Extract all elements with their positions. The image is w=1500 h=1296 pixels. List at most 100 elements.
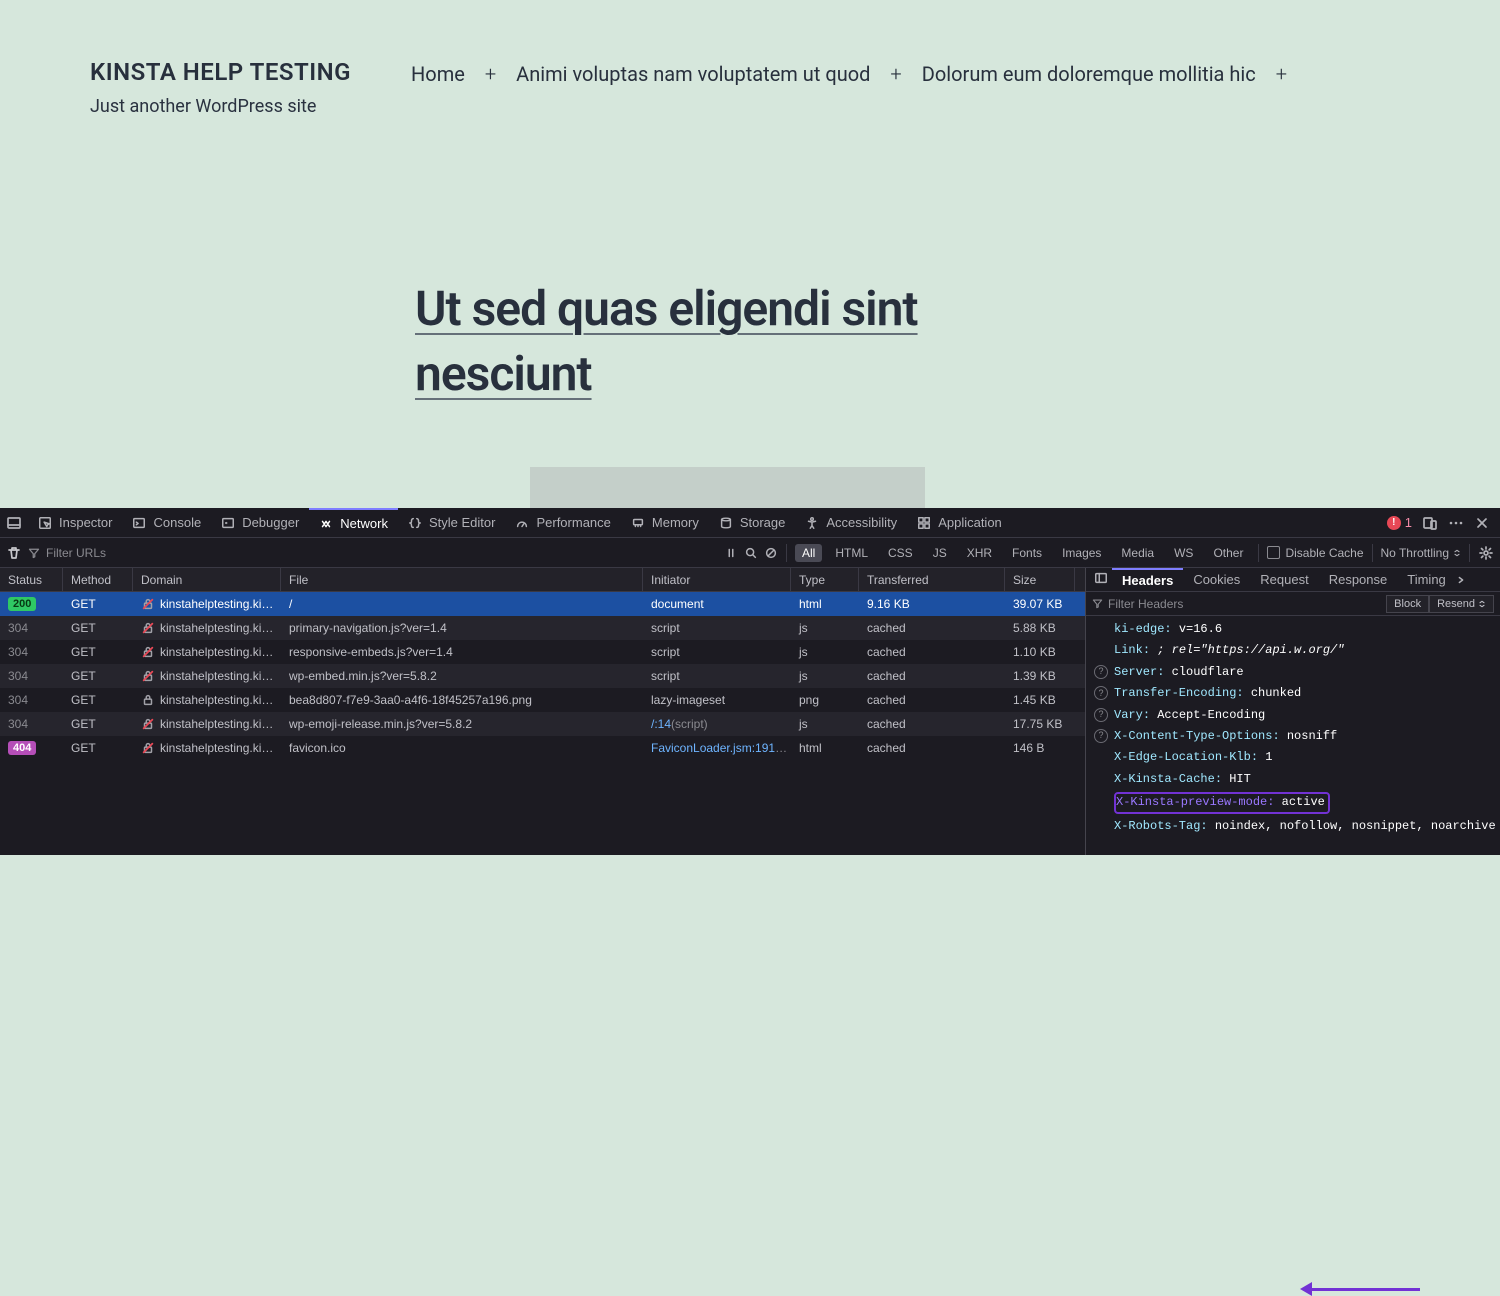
tab-response[interactable]: Response [1319, 568, 1398, 591]
checkbox-icon [1267, 546, 1280, 559]
post-title-link[interactable]: Ut sed quas eligendi sint nesciunt [415, 280, 918, 402]
tab-memory[interactable]: Memory [621, 508, 709, 537]
filter-pill-css[interactable]: CSS [881, 544, 920, 562]
insecure-icon [141, 741, 155, 755]
wordpress-page: KINSTA HELP TESTING Just another WordPre… [0, 0, 1500, 508]
filter-headers-input[interactable]: Filter Headers [1092, 597, 1183, 611]
table-row[interactable]: 304GETkinstahelptesting.ki…wp-embed.min.… [0, 664, 1085, 688]
clear-icon[interactable] [6, 545, 22, 561]
table-row[interactable]: 304GETkinstahelptesting.ki…wp-emoji-rele… [0, 712, 1085, 736]
debugger-icon [221, 516, 235, 530]
tab-performance[interactable]: Performance [505, 508, 620, 537]
col-transferred[interactable]: Transferred [859, 568, 1005, 591]
insecure-icon [141, 669, 155, 683]
console-icon [132, 516, 146, 530]
search-icon[interactable] [744, 546, 758, 560]
network-main: Status Method Domain File Initiator Type… [0, 568, 1500, 855]
table-row[interactable]: 304GETkinstahelptesting.ki…primary-navig… [0, 616, 1085, 640]
dock-icon[interactable] [6, 515, 22, 531]
col-type[interactable]: Type [791, 568, 859, 591]
site-header: KINSTA HELP TESTING Just another WordPre… [0, 0, 1500, 117]
tab-application[interactable]: Application [907, 508, 1012, 537]
help-icon[interactable]: ? [1094, 686, 1108, 700]
header-row: ?Transfer-Encoding chunked [1094, 683, 1500, 704]
insecure-icon [141, 645, 155, 659]
help-icon[interactable]: ? [1094, 729, 1108, 743]
tab-timing[interactable]: Timing [1397, 568, 1456, 591]
table-row[interactable]: 304GETkinstahelptesting.ki…bea8d807-f7e9… [0, 688, 1085, 712]
tab-inspector[interactable]: Inspector [28, 508, 122, 537]
table-row[interactable]: 404GETkinstahelptesting.ki…favicon.icoFa… [0, 736, 1085, 760]
block-button[interactable]: Block [1386, 595, 1429, 613]
close-icon[interactable] [1474, 515, 1490, 531]
settings-icon[interactable] [1478, 545, 1494, 561]
filter-urls-input[interactable]: Filter URLs [28, 546, 106, 560]
nav-item: Animi voluptas nam voluptatem ut quod + [516, 62, 902, 86]
inspector-icon [38, 516, 52, 530]
post-content: Ut sed quas eligendi sint nesciunt [0, 117, 1500, 545]
header-row: ?Server cloudflare [1094, 662, 1500, 683]
devtools-tabs: Inspector Console Debugger Network Style… [0, 508, 1500, 538]
submenu-toggle-icon[interactable]: + [1276, 62, 1287, 86]
error-count-badge[interactable]: ! 1 [1387, 515, 1412, 530]
col-domain[interactable]: Domain [133, 568, 281, 591]
filter-pill-images[interactable]: Images [1055, 544, 1108, 562]
col-method[interactable]: Method [63, 568, 133, 591]
filter-pill-all[interactable]: All [795, 544, 822, 562]
meatball-menu-icon[interactable] [1448, 515, 1464, 531]
block-icon[interactable] [764, 546, 778, 560]
detail-tabs: Headers Cookies Request Response Timing [1086, 568, 1500, 592]
tab-accessibility[interactable]: Accessibility [795, 508, 907, 537]
tab-style-editor[interactable]: Style Editor [398, 508, 505, 537]
post-title: Ut sed quas eligendi sint nesciunt [415, 277, 1015, 407]
table-header: Status Method Domain File Initiator Type… [0, 568, 1085, 592]
tab-storage[interactable]: Storage [709, 508, 796, 537]
network-toolbar: Filter URLs All HTML CSS JS XHR Fonts Im… [0, 538, 1500, 568]
help-icon[interactable]: ? [1094, 708, 1108, 722]
submenu-toggle-icon[interactable]: + [890, 62, 901, 86]
nav-link[interactable]: Dolorum eum doloremque mollitia hic [922, 62, 1256, 86]
annotation-arrow-icon [1310, 1288, 1420, 1291]
devtools-panel: Inspector Console Debugger Network Style… [0, 508, 1500, 855]
disable-cache-checkbox[interactable]: Disable Cache [1267, 546, 1363, 560]
tab-network[interactable]: Network [309, 508, 398, 537]
resend-button[interactable]: Resend [1429, 595, 1494, 613]
help-icon[interactable]: ? [1094, 665, 1108, 679]
memory-icon [631, 516, 645, 530]
collapse-icon[interactable] [1094, 571, 1108, 588]
tab-headers[interactable]: Headers [1112, 568, 1183, 591]
filter-icon [28, 547, 40, 559]
header-row: X-Kinsta-preview-mode active [1094, 790, 1500, 815]
pause-icon[interactable] [724, 546, 738, 560]
filter-pill-xhr[interactable]: XHR [960, 544, 999, 562]
filter-pill-ws[interactable]: WS [1167, 544, 1200, 562]
lock-icon [141, 693, 155, 707]
col-file[interactable]: File [281, 568, 643, 591]
style-editor-icon [408, 516, 422, 530]
tab-cookies[interactable]: Cookies [1183, 568, 1250, 591]
col-initiator[interactable]: Initiator [643, 568, 791, 591]
filter-pill-fonts[interactable]: Fonts [1005, 544, 1049, 562]
table-body: 200GETkinstahelptesting.ki…/documenthtml… [0, 592, 1085, 855]
tab-request[interactable]: Request [1250, 568, 1318, 591]
nav-link-home[interactable]: Home [411, 62, 465, 86]
tab-debugger[interactable]: Debugger [211, 508, 309, 537]
submenu-toggle-icon[interactable]: + [485, 62, 496, 86]
accessibility-icon [805, 516, 819, 530]
more-tabs-icon[interactable] [1456, 568, 1470, 591]
col-size[interactable]: Size [1005, 568, 1075, 591]
site-title[interactable]: KINSTA HELP TESTING [90, 58, 351, 86]
header-row: X-Robots-Tag noindex, nofollow, nosnippe… [1094, 816, 1500, 837]
filter-pill-other[interactable]: Other [1206, 544, 1250, 562]
throttling-select[interactable]: No Throttling [1381, 546, 1461, 560]
table-row[interactable]: 304GETkinstahelptesting.ki…responsive-em… [0, 640, 1085, 664]
filter-pill-html[interactable]: HTML [828, 544, 875, 562]
responsive-mode-icon[interactable] [1422, 515, 1438, 531]
filter-pill-js[interactable]: JS [926, 544, 954, 562]
tab-console[interactable]: Console [122, 508, 211, 537]
col-status[interactable]: Status [0, 568, 63, 591]
table-row[interactable]: 200GETkinstahelptesting.ki…/documenthtml… [0, 592, 1085, 616]
nav-link[interactable]: Animi voluptas nam voluptatem ut quod [516, 62, 870, 86]
request-list: Status Method Domain File Initiator Type… [0, 568, 1085, 855]
filter-pill-media[interactable]: Media [1114, 544, 1161, 562]
